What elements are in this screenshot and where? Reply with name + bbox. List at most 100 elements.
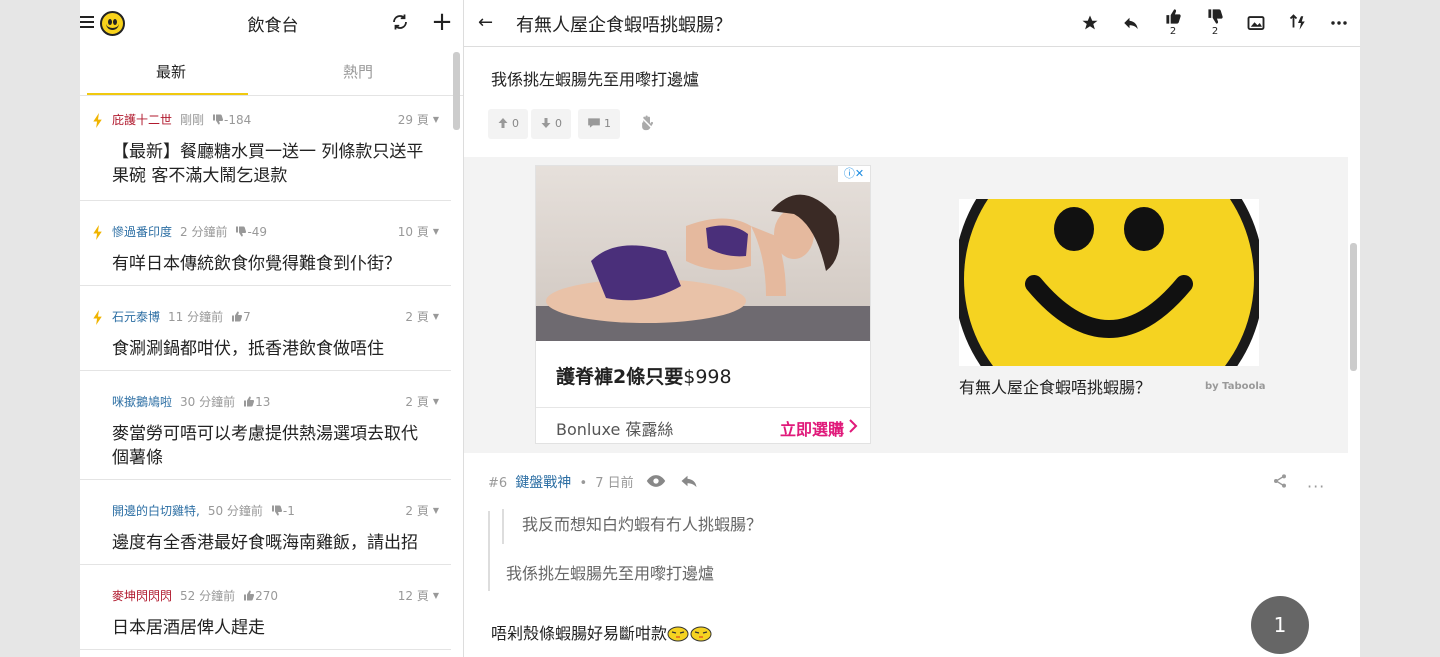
caret-down-icon[interactable]: ▼ (433, 312, 439, 321)
topic-author[interactable]: 庇護十二世 (112, 113, 172, 127)
topic-author[interactable]: 開邊的白切雞特, (112, 504, 200, 518)
reply-icon[interactable] (1119, 14, 1143, 32)
lihkg-logo-icon[interactable] (100, 11, 125, 36)
like-count: 2 (1169, 26, 1177, 37)
caret-down-icon[interactable]: ▼ (433, 506, 439, 515)
recommended-thread-title[interactable]: 有無人屋企食蝦唔挑蝦腸？ (959, 374, 1151, 398)
topic-pages-dropdown[interactable]: 12 頁 ▼ (398, 587, 439, 604)
topic-score: -1 (271, 504, 295, 518)
thumb-up-icon (244, 590, 255, 601)
topic-row[interactable]: 咪撳鵝鳩啦 30 分鐘前 13 2 頁 ▼ 麥當勞可唔可以考慮提供熱湯選項去取代個薯條 (80, 371, 451, 480)
recommended-thread-image[interactable] (959, 199, 1259, 366)
dislike-button[interactable]: 2 (1203, 8, 1227, 37)
active-tab-indicator (87, 93, 248, 95)
topic-row[interactable]: 開邊的白切雞特, 50 分鐘前 -1 2 頁 ▼ 邊度有全香港最好食嘅海南雞飯，請出招 (80, 480, 451, 565)
eye-icon[interactable] (646, 474, 666, 488)
topic-pages-dropdown[interactable]: 10 頁 ▼ (398, 223, 439, 240)
topic-pages-dropdown[interactable]: 2 頁 ▼ (405, 393, 439, 410)
nested-quote-text: 我反而想知白灼蝦有冇人挑蝦腸？ (522, 515, 763, 534)
topic-time: 2 分鐘前 (180, 225, 228, 239)
refresh-icon[interactable] (391, 13, 409, 31)
topic-time: 11 分鐘前 (168, 310, 224, 324)
page-number-badge[interactable]: 1 (1251, 596, 1309, 654)
downvote-button[interactable]: 0 (531, 109, 571, 139)
image-mode-icon[interactable] (1244, 14, 1268, 32)
ad-headline[interactable]: 護脊褲2條只要$998 (556, 362, 732, 389)
upvote-button[interactable]: 0 (488, 109, 528, 139)
caret-down-icon[interactable]: ▼ (433, 227, 439, 236)
chick-emoji-icon (667, 626, 712, 642)
topic-row[interactable]: 麥坤閃閃閃 52 分鐘前 270 12 頁 ▼ 日本居酒居俾人趕走 (80, 565, 451, 650)
sponsored-ad-card[interactable]: ⓘ✕ 護脊褲2條只要$998 Bonluxe 葆露絲 立即選購 (535, 165, 871, 444)
ad-cta-button[interactable]: 立即選購 (780, 416, 844, 440)
topic-author[interactable]: 石元泰博 (112, 310, 160, 324)
menu-icon[interactable] (80, 16, 94, 30)
back-arrow-icon[interactable]: ← (478, 12, 493, 33)
taboola-attribution[interactable]: by Taboola (1205, 381, 1266, 392)
sort-icon[interactable] (1286, 14, 1310, 32)
post-author[interactable]: 鍵盤戰神 (515, 475, 571, 491)
topic-title[interactable]: 有咩日本傳統飲食你覺得難食到仆街？ (112, 252, 451, 276)
comment-count: 1 (604, 117, 611, 130)
caret-down-icon[interactable]: ▼ (433, 397, 439, 406)
ad-divider (536, 407, 870, 408)
topic-row[interactable]: 庇護十二世 剛剛 -184 29 頁 ▼ 【最新】餐廳糖水買一送一 列條款只送平果碗 客不… (80, 96, 451, 201)
topic-score: -49 (235, 225, 267, 239)
topic-score-value: -184 (224, 113, 252, 127)
post-more-options-icon[interactable]: ··· (1307, 477, 1325, 496)
quote-reply-icon[interactable] (680, 473, 698, 489)
thumb-up-icon (232, 311, 243, 322)
quoted-block: 我反而想知白灼蝦有冇人挑蝦腸？ 我係挑左蝦腸先至用嚟打邊爐 (488, 509, 1288, 591)
topic-score-value: 7 (243, 310, 251, 324)
tab-latest[interactable]: 最新 (87, 61, 255, 82)
sidebar-scrollbar[interactable] (453, 52, 460, 130)
thumb-down-icon (271, 505, 282, 516)
channel-title[interactable]: 飲食台 (223, 11, 323, 36)
ad-close-button[interactable]: ⓘ✕ (838, 166, 870, 182)
topic-list: 庇護十二世 剛剛 -184 29 頁 ▼ 【最新】餐廳糖水買一送一 列條款只送平果碗 客不… (80, 96, 451, 650)
ad-product-image[interactable]: ⓘ✕ (536, 166, 870, 341)
thread-title: 有無人屋企食蝦唔挑蝦腸？ (516, 15, 732, 36)
topic-pages-dropdown[interactable]: 2 頁 ▼ (405, 308, 439, 325)
thread-content: 我係挑左蝦腸先至用嚟打邊爐 0 0 1 ⓘ✕ 護脊褲2條只要$998 Bonlu… (464, 47, 1348, 657)
bookmark-star-icon[interactable] (1078, 14, 1102, 32)
thread-scrollbar[interactable] (1350, 243, 1357, 371)
more-options-icon[interactable] (1327, 14, 1351, 32)
topic-pages-label: 29 頁 (397, 113, 429, 127)
thread-header: ← 有無人屋企食蝦唔挑蝦腸？ 2 2 (464, 0, 1360, 47)
topic-row[interactable]: 慘過番印度 2 分鐘前 -49 10 頁 ▼ 有咩日本傳統飲食你覺得難食到仆街？ (80, 201, 451, 286)
topic-title[interactable]: 日本居酒居俾人趕走 (112, 616, 451, 640)
topic-title[interactable]: 食涮涮鍋都咁伏，抵香港飲食做唔住 (112, 337, 451, 361)
topic-score-value: 270 (255, 589, 279, 603)
quote-text: 我係挑左蝦腸先至用嚟打邊爐 (506, 564, 715, 583)
topic-score: -184 (212, 113, 251, 127)
caret-down-icon[interactable]: ▼ (433, 115, 439, 124)
topic-time: 剛剛 (180, 113, 205, 127)
chevron-right-icon[interactable] (848, 419, 858, 433)
dislike-count: 2 (1211, 26, 1219, 37)
topic-author[interactable]: 麥坤閃閃閃 (112, 589, 172, 603)
share-icon[interactable] (1272, 473, 1288, 489)
post-body: 唔剁殼條蝦腸好易斷咁款 (491, 620, 713, 644)
topic-row[interactable]: 石元泰博 11 分鐘前 7 2 頁 ▼ 食涮涮鍋都咁伏，抵香港飲食做唔住 (80, 286, 451, 371)
caret-down-icon[interactable]: ▼ (433, 591, 439, 600)
tab-hot[interactable]: 熱門 (274, 61, 442, 82)
topic-author[interactable]: 慘過番印度 (112, 225, 172, 239)
topic-pages-dropdown[interactable]: 2 頁 ▼ (405, 502, 439, 519)
topic-score-value: 13 (255, 395, 271, 409)
thumb-down-icon (1207, 9, 1223, 24)
topic-pages-dropdown[interactable]: 29 頁 ▼ (398, 111, 439, 128)
topic-title[interactable]: 【最新】餐廳糖水買一送一 列條款只送平果碗 客不滿大鬧乞退款 (112, 140, 451, 188)
topic-title[interactable]: 麥當勞可唔可以考慮提供熱湯選項去取代個薯條 (112, 422, 451, 470)
arrow-down-icon (541, 118, 551, 128)
topic-pages-label: 12 頁 (397, 589, 429, 603)
new-topic-plus-icon[interactable]: + (431, 9, 453, 35)
topic-meta: 慘過番印度 2 分鐘前 -49 10 頁 ▼ (93, 223, 451, 243)
like-button[interactable]: 2 (1161, 8, 1185, 37)
comment-button[interactable]: 1 (578, 109, 620, 139)
block-hand-icon[interactable] (638, 114, 656, 136)
sidebar-header: 飲食台 + (80, 0, 463, 47)
thumb-down-icon (236, 226, 247, 237)
topic-author[interactable]: 咪撳鵝鳩啦 (112, 395, 172, 409)
topic-title[interactable]: 邊度有全香港最好食嘅海南雞飯，請出招 (112, 531, 451, 555)
